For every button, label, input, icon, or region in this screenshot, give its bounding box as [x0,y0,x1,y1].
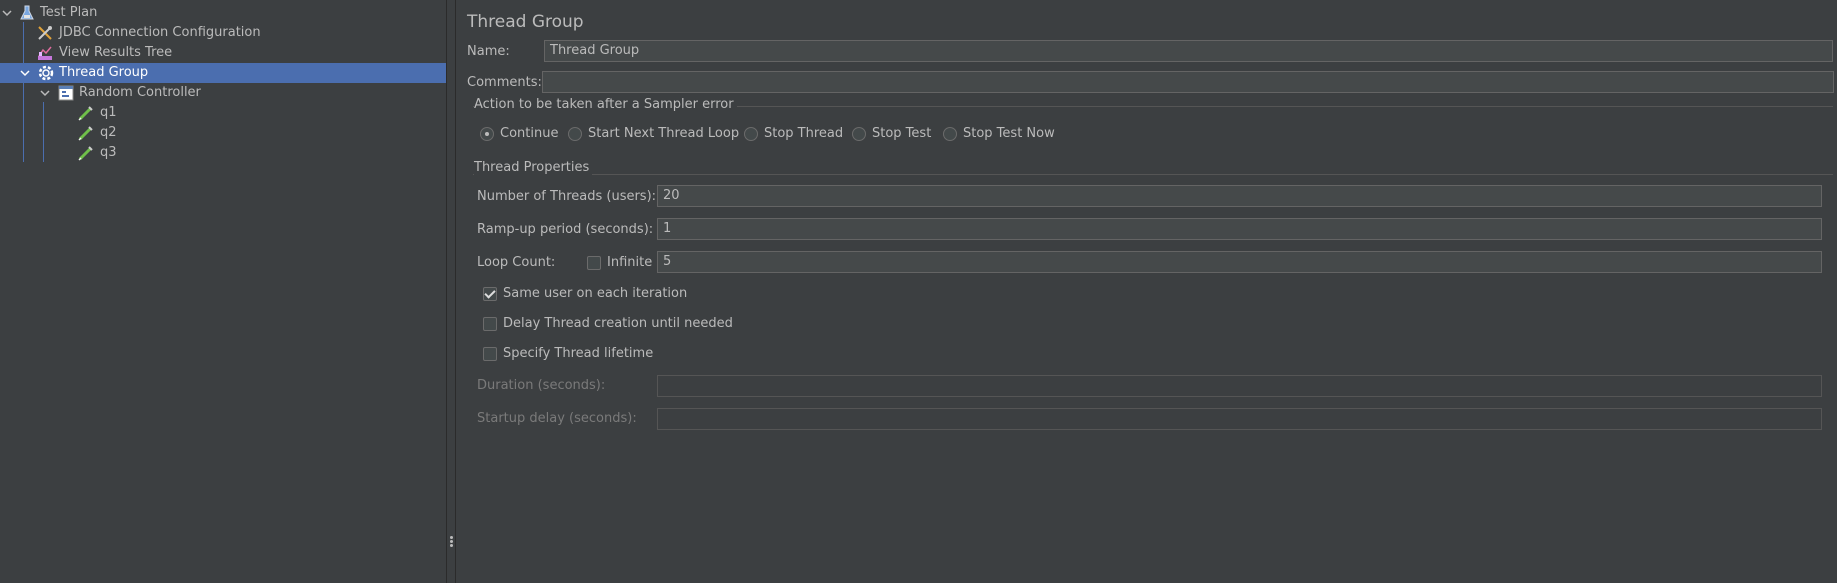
startup-delay-field [657,408,1822,430]
same-user-label: Same user on each iteration [503,286,688,301]
tree-item-label: JDBC Connection Configuration [59,25,261,40]
duration-field [657,375,1822,397]
sampler-error-group-title: Action to be taken after a Sampler error [474,97,737,112]
radio-label: Stop Thread [764,126,844,141]
thread-properties-group-title: Thread Properties [474,160,593,175]
tree-item-label: Test Plan [40,5,98,20]
page-title: Thread Group [467,12,584,32]
sampler-icon [78,126,93,141]
tree-item-label: View Results Tree [59,45,173,60]
same-user-checkbox[interactable]: Same user on each iteration [483,286,687,301]
radio-unselected-icon [943,126,957,141]
radio-label: Start Next Thread Loop [588,126,740,141]
chevron-down-icon[interactable] [19,67,31,79]
tree-item-label: Thread Group [59,65,149,80]
test-plan-tree[interactable]: Test Plan JDBC Connection Configuration … [0,0,446,583]
radio-label: Stop Test Now [963,126,1055,141]
thread-group-panel: Thread Group Name: Thread Group Comments… [456,0,1837,583]
controller-icon [58,85,74,101]
radio-continue[interactable]: Continue [480,126,558,141]
chevron-down-icon[interactable] [1,7,13,19]
threads-field[interactable]: 20 [657,185,1822,207]
tree-item-q2[interactable]: q2 [0,123,446,143]
rampup-label: Ramp-up period (seconds): [477,222,654,237]
checkbox-unchecked-icon [587,255,601,270]
radio-unselected-icon [568,126,582,141]
comments-label: Comments: [467,75,542,90]
tree-item-label: q3 [100,145,117,160]
lifetime-label: Specify Thread lifetime [503,346,654,361]
tree-item-jdbc-connection-configuration[interactable]: JDBC Connection Configuration [0,23,446,43]
delay-thread-creation-checkbox[interactable]: Delay Thread creation until needed [483,316,733,331]
tree-item-q1[interactable]: q1 [0,103,446,123]
delay-label: Delay Thread creation until needed [503,316,733,331]
radio-start-next-thread-loop[interactable]: Start Next Thread Loop [568,126,739,141]
infinite-checkbox[interactable]: Infinite [587,255,652,270]
radio-label: Stop Test [872,126,932,141]
duration-label: Duration (seconds): [477,378,606,393]
rampup-field[interactable]: 1 [657,218,1822,240]
name-label: Name: [467,44,510,59]
sampler-icon [78,106,93,121]
sampler-icon [78,146,93,161]
radio-stop-test-now[interactable]: Stop Test Now [943,126,1055,141]
threads-label: Number of Threads (users): [477,189,657,204]
tree-item-thread-group[interactable]: Thread Group [0,63,446,83]
tree-item-label: q1 [100,105,117,120]
specify-lifetime-checkbox[interactable]: Specify Thread lifetime [483,346,653,361]
gear-icon [38,65,54,81]
loop-count-label: Loop Count: [477,255,556,270]
tree-item-view-results-tree[interactable]: View Results Tree [0,43,446,63]
name-field[interactable]: Thread Group [544,40,1833,62]
chart-icon [38,46,52,60]
radio-unselected-icon [744,126,758,141]
tree-item-q3[interactable]: q3 [0,143,446,163]
checkbox-checked-icon [483,286,497,301]
checkbox-unchecked-icon [483,346,497,361]
drag-handle-icon[interactable] [450,536,453,548]
radio-label: Continue [500,126,559,141]
startup-delay-label: Startup delay (seconds): [477,411,637,426]
chevron-down-icon[interactable] [39,87,51,99]
infinite-label: Infinite [607,255,653,270]
tree-item-random-controller[interactable]: Random Controller [0,83,446,103]
tree-item-label: Random Controller [79,85,201,100]
tools-icon [38,26,52,40]
checkbox-unchecked-icon [483,316,497,331]
tree-item-label: q2 [100,125,117,140]
radio-unselected-icon [852,126,866,141]
tree-item-test-plan[interactable]: Test Plan [0,3,446,23]
comments-field[interactable] [542,71,1834,93]
split-pane-divider[interactable] [446,0,456,583]
radio-selected-icon [480,126,494,141]
radio-stop-test[interactable]: Stop Test [852,126,931,141]
radio-stop-thread[interactable]: Stop Thread [744,126,843,141]
loop-count-field[interactable]: 5 [657,251,1822,273]
flask-icon [20,5,34,20]
